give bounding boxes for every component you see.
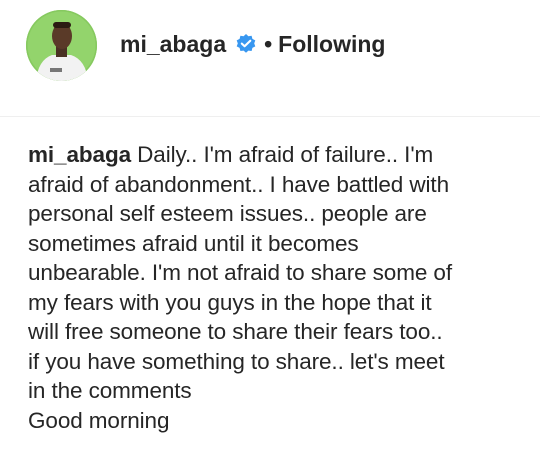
avatar[interactable]: [26, 10, 97, 81]
separator-dot: •: [264, 30, 273, 57]
caption-line: afraid of abandonment.. I have battled w…: [28, 171, 449, 197]
caption-line: personal self esteem issues.. people are: [28, 201, 427, 226]
caption-line: if you have something to share.. let's m…: [28, 348, 445, 374]
caption-line: in the comments: [28, 378, 192, 403]
post-author-row: mi_abaga • Following: [120, 28, 385, 60]
avatar-image: [26, 10, 97, 81]
caption-line: will free someone to share their fears t…: [28, 319, 443, 344]
caption-line: mi_abaga Daily.. I'm afraid of failure..…: [28, 140, 528, 170]
post-username[interactable]: mi_abaga: [120, 31, 226, 58]
verified-badge-icon: [235, 33, 257, 55]
caption-text: Daily.. I'm afraid of failure.. I'm: [137, 142, 434, 167]
caption-line: my fears with you guys in the hope that …: [28, 289, 432, 315]
header-divider: [0, 116, 540, 117]
caption-line: Good morning: [28, 407, 170, 433]
caption-line: unbearable. I'm not afraid to share some…: [28, 260, 452, 285]
post-caption: mi_abaga Daily.. I'm afraid of failure..…: [28, 140, 528, 435]
caption-line: sometimes afraid until it becomes: [28, 230, 359, 256]
caption-username[interactable]: mi_abaga: [28, 142, 131, 167]
post-header: mi_abaga • Following: [0, 0, 551, 100]
following-button[interactable]: Following: [278, 31, 385, 58]
